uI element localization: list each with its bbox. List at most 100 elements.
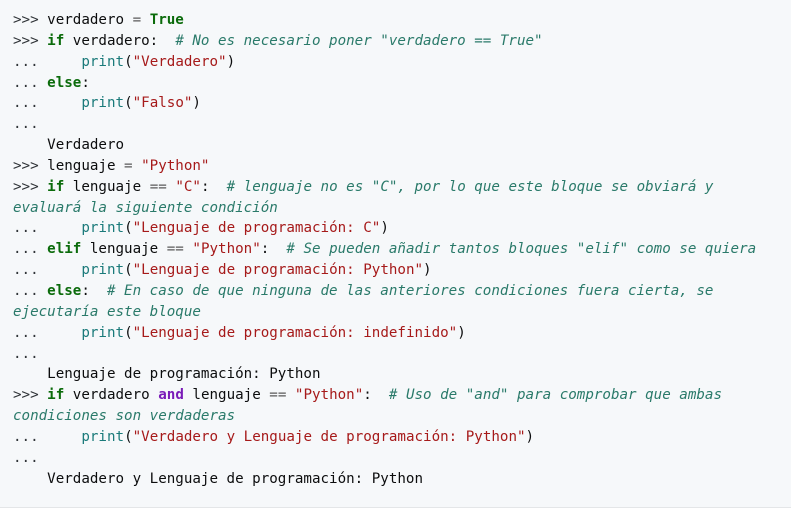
builtin-function: print: [81, 53, 125, 70]
string-literal: "Lenguaje de programación: Python": [132, 262, 424, 279]
code-text: :: [260, 241, 287, 258]
keyword: if: [47, 387, 65, 404]
string-literal: "C": [175, 178, 201, 195]
repl-prompt: >>>: [13, 387, 48, 404]
code-text: :: [81, 282, 107, 299]
repl-prompt: ...: [13, 262, 82, 279]
keyword: if: [47, 32, 65, 49]
code-line: >>> if verdadero: # No es necesario pone…: [13, 31, 783, 52]
code-text: (: [124, 262, 133, 279]
code-text: verdadero: [64, 387, 159, 404]
repl-prompt: ...: [13, 428, 82, 445]
code-line: Lenguaje de programación: Python: [13, 364, 783, 385]
code-text: (: [124, 428, 133, 445]
code-line: ...: [13, 448, 783, 469]
code-line: ... elif lenguaje == "Python": # Se pued…: [13, 239, 783, 260]
repl-prompt: ...: [13, 53, 82, 70]
string-literal: "Lenguaje de programación: indefinido": [132, 324, 458, 341]
keyword: else: [47, 74, 82, 91]
repl-prompt: ...: [13, 282, 48, 299]
builtin-function: print: [81, 324, 125, 341]
code-line: ... print("Falso"): [13, 93, 783, 114]
python-interpreter-session: >>> verdadero = True >>> if verdadero: # …: [0, 10, 783, 489]
code-line: ... else:: [13, 73, 783, 94]
code-line: ... print("Verdadero"): [13, 52, 783, 73]
logical-keyword: and: [158, 387, 184, 404]
code-text: :: [81, 74, 90, 91]
keyword: if: [47, 178, 65, 195]
code-text: ): [457, 324, 466, 341]
builtin-function: print: [81, 428, 125, 445]
operator: ==: [149, 178, 167, 195]
code-line: ... else: # En caso de que ninguna de la…: [13, 281, 783, 323]
code-text: ): [423, 262, 432, 279]
code-text: lenguaje: [183, 387, 270, 404]
operator: ==: [166, 241, 184, 258]
builtin-function: print: [81, 220, 125, 237]
repl-prompt: ...: [13, 116, 39, 133]
comment: # No es necesario poner "verdadero == Tr…: [175, 32, 543, 49]
code-line: >>> if lenguaje == "C": # lenguaje no es…: [13, 177, 783, 219]
output-text: Verdadero y Lenguaje de programación: Py…: [13, 470, 424, 487]
code-line: >>> if verdadero and lenguaje == "Python…: [13, 385, 783, 427]
operator: ==: [269, 387, 287, 404]
operator: =: [124, 157, 133, 174]
string-literal: "Python": [141, 157, 210, 174]
code-line: Verdadero y Lenguaje de programación: Py…: [13, 469, 783, 490]
repl-prompt: ...: [13, 449, 39, 466]
code-text: (: [124, 220, 133, 237]
code-line: ...: [13, 344, 783, 365]
output-text: Lenguaje de programación: Python: [13, 366, 321, 383]
keyword: elif: [47, 241, 82, 258]
code-text: lenguaje: [64, 178, 150, 195]
operator: =: [132, 12, 142, 28]
code-text: (: [124, 95, 133, 112]
repl-prompt: ...: [13, 324, 82, 341]
code-line: >>> lenguaje = "Python": [13, 156, 783, 177]
string-literal: "Python": [294, 387, 364, 404]
code-line: >>> verdadero = True: [13, 10, 783, 31]
code-text: ): [525, 428, 535, 445]
keyword: True: [149, 12, 184, 28]
code-text: ): [380, 220, 389, 237]
code-line: Verdadero: [13, 135, 783, 156]
builtin-function: print: [81, 262, 125, 279]
comment: # En caso de que ninguna de las anterior…: [13, 282, 722, 320]
repl-prompt: >>>: [13, 32, 48, 49]
code-text: ): [192, 95, 201, 112]
repl-prompt: ...: [13, 345, 39, 362]
code-line: ... print("Lenguaje de programación: C"): [13, 218, 783, 239]
repl-prompt: ...: [13, 74, 48, 91]
comment: # Se pueden añadir tantos bloques "elif"…: [286, 241, 757, 258]
code-text: lenguaje: [47, 157, 125, 174]
repl-prompt: ...: [13, 241, 48, 258]
code-text: :: [200, 178, 227, 195]
code-text: lenguaje: [81, 241, 167, 258]
code-text: :: [363, 387, 389, 404]
code-text: (: [124, 324, 133, 341]
keyword: else: [47, 282, 82, 299]
string-literal: "Falso": [132, 95, 193, 112]
string-literal: "Lenguaje de programación: C": [132, 220, 381, 237]
code-block: >>> verdadero = True >>> if verdadero: # …: [0, 0, 791, 508]
code-text: (: [124, 53, 133, 70]
builtin-function: print: [81, 95, 125, 112]
string-literal: "Verdadero y Lenguaje de programación: P…: [132, 428, 526, 445]
code-line: ... print("Verdadero y Lenguaje de progr…: [13, 427, 783, 448]
code-line: ...: [13, 114, 783, 135]
output-text: Verdadero: [13, 137, 125, 154]
repl-prompt: ...: [13, 95, 82, 112]
code-text: ): [226, 53, 236, 70]
code-text: verdadero: [47, 12, 133, 28]
repl-prompt: >>>: [13, 12, 48, 28]
code-line: ... print("Lenguaje de programación: Pyt…: [13, 260, 783, 281]
repl-prompt: >>>: [13, 157, 48, 174]
code-text: verdadero:: [64, 32, 176, 49]
code-line: ... print("Lenguaje de programación: ind…: [13, 323, 783, 344]
repl-prompt: >>>: [13, 178, 48, 195]
string-literal: "Python": [192, 241, 261, 258]
string-literal: "Verdadero": [132, 53, 227, 70]
